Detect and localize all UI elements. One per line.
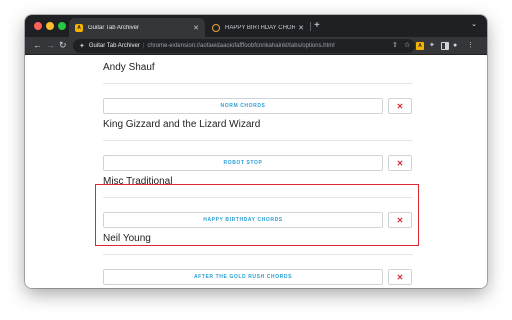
- tab-close-icon[interactable]: ✕: [298, 24, 304, 32]
- artist-name: Neil Young: [103, 233, 151, 244]
- song-link-button[interactable]: HAPPY BIRTHDAY CHORDS: [103, 212, 383, 228]
- reload-icon[interactable]: ↻: [59, 40, 67, 51]
- browser-menu-icon[interactable]: ⋮: [467, 41, 474, 51]
- tab-search-chevron-icon[interactable]: ⌄: [471, 20, 477, 28]
- minimize-window-button[interactable]: [46, 22, 54, 30]
- artist-name: Andy Shauf: [103, 62, 155, 73]
- tab-separator: [310, 22, 311, 31]
- bookmark-star-icon[interactable]: ☆: [404, 41, 410, 51]
- tab-strip: A Guitar Tab Archiver ✕ HAPPY BIRTHDAY C…: [25, 15, 487, 37]
- artist-group-king-gizzard: King Gizzard and the Lizard Wizard ROBOT…: [103, 119, 413, 171]
- omnibox-site-name: Guitar Tab Archiver: [88, 43, 140, 49]
- tab-guitar-tab-archiver[interactable]: A Guitar Tab Archiver ✕: [69, 18, 205, 37]
- forward-icon[interactable]: →: [46, 40, 55, 51]
- browser-window: A Guitar Tab Archiver ✕ HAPPY BIRTHDAY C…: [25, 15, 487, 288]
- back-icon[interactable]: ←: [33, 40, 42, 51]
- delete-button[interactable]: ✕: [388, 212, 412, 228]
- artist-name: Misc Traditional: [103, 176, 173, 187]
- extension-favicon-icon: A: [75, 23, 83, 32]
- puzzle-icon: ✦: [79, 43, 85, 50]
- new-tab-icon[interactable]: +: [314, 19, 320, 33]
- song-link-button[interactable]: ROBOT STOP: [103, 155, 383, 171]
- artist-name: King Gizzard and the Lizard Wizard: [103, 119, 261, 130]
- site-favicon-icon: [212, 23, 220, 32]
- share-icon[interactable]: ⇧: [392, 41, 398, 51]
- artist-divider: [103, 83, 413, 84]
- artist-divider: [103, 197, 413, 198]
- side-panel-icon[interactable]: [441, 42, 449, 50]
- artist-divider: [103, 254, 413, 255]
- browser-toolbar: ← → ↻ ✦ Guitar Tab Archiver | chrome-ext…: [25, 37, 487, 55]
- tab-happy-birthday[interactable]: HAPPY BIRTHDAY CHORDS by Misc Traditiona…: [206, 18, 310, 37]
- artist-group-andy-shauf: Andy Shauf NORM CHORDS ✕: [103, 62, 413, 114]
- delete-button[interactable]: ✕: [388, 155, 412, 171]
- tab-title: HAPPY BIRTHDAY CHORDS by Misc Traditiona…: [225, 24, 296, 31]
- artist-group-neil-young: Neil Young AFTER THE GOLD RUSH CHORDS ✕: [103, 233, 413, 285]
- delete-button[interactable]: ✕: [388, 269, 412, 285]
- song-link-button[interactable]: NORM CHORDS: [103, 98, 383, 114]
- artist-divider: [103, 140, 413, 141]
- tab-title: Guitar Tab Archiver: [88, 24, 139, 31]
- tab-close-icon[interactable]: ✕: [193, 24, 199, 32]
- song-link-button[interactable]: AFTER THE GOLD RUSH CHORDS: [103, 269, 383, 285]
- extensions-puzzle-icon[interactable]: ✦: [429, 41, 435, 51]
- delete-button[interactable]: ✕: [388, 98, 412, 114]
- options-page: Andy Shauf NORM CHORDS ✕ King Gizzard an…: [25, 56, 487, 288]
- address-bar[interactable]: ✦ Guitar Tab Archiver | chrome-extension…: [73, 39, 415, 53]
- profile-avatar-icon[interactable]: ●: [453, 41, 457, 51]
- guitar-tab-extension-icon[interactable]: A: [416, 42, 424, 50]
- omnibox-url: chrome-extension://aofaeidaaoiofafffoobf…: [147, 43, 335, 49]
- close-window-button[interactable]: [34, 22, 42, 30]
- artist-group-misc-traditional: Misc Traditional HAPPY BIRTHDAY CHORDS ✕: [103, 176, 413, 228]
- zoom-window-button[interactable]: [58, 22, 66, 30]
- omnibox-separator: |: [142, 43, 145, 49]
